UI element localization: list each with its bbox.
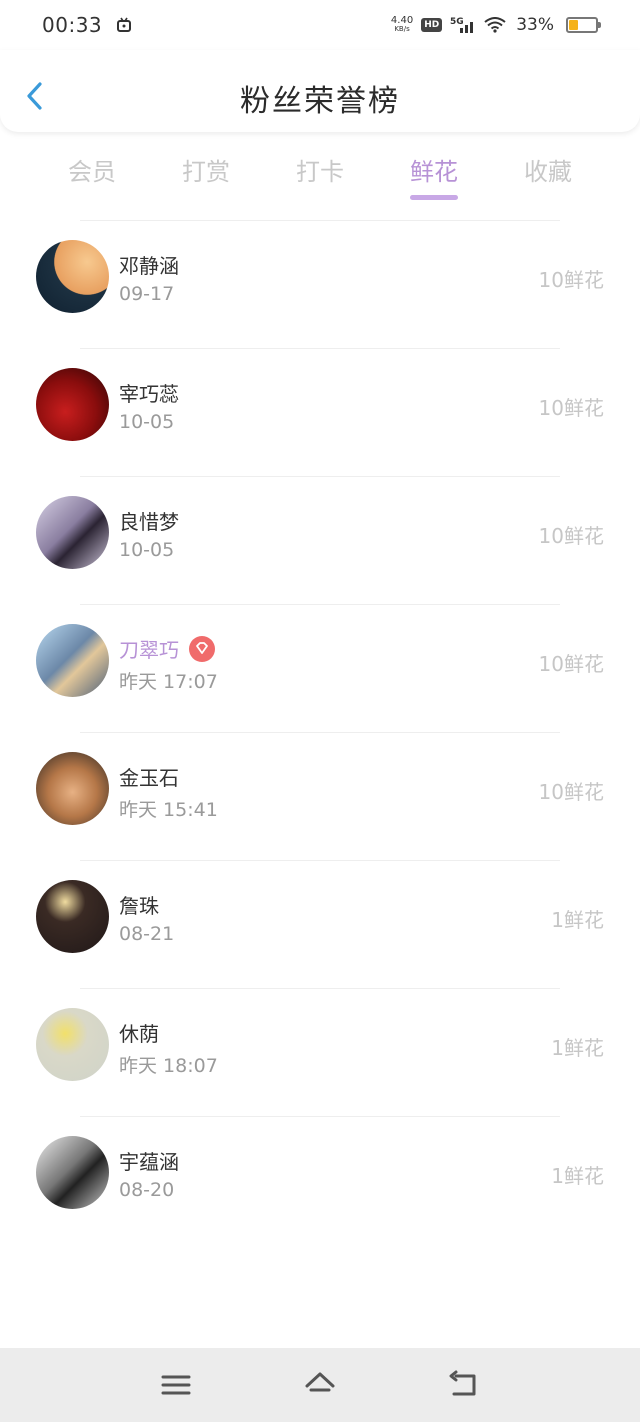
avatar[interactable] (36, 368, 109, 441)
signal-icon: 5G (450, 17, 474, 33)
fan-list: 邓静涵 09-17 10鲜花 宰巧蕊 10-05 10鲜花 良惜梦 10-05 10鲜花 刀翠巧昨… (0, 220, 640, 1244)
fan-name-text: 宇蕴涵 (119, 1150, 179, 1174)
fan-date: 昨天 17:07 (119, 671, 218, 693)
fan-name: 刀翠巧 (119, 634, 215, 663)
fan-name: 金玉石 (119, 762, 179, 791)
net-speed-unit: KB/s (394, 25, 410, 33)
avatar[interactable] (36, 1008, 109, 1081)
battery-percent: 33% (516, 15, 554, 35)
avatar[interactable] (36, 1136, 109, 1209)
fan-name: 宇蕴涵 (119, 1146, 179, 1175)
fan-list-item[interactable]: 休荫昨天 18:07 1鲜花 (0, 988, 640, 1116)
system-nav-bar (0, 1348, 640, 1422)
fan-list-item[interactable]: 刀翠巧昨天 17:07 10鲜花 (0, 604, 640, 732)
fan-list-item[interactable]: 宇蕴涵 08-20 1鲜花 (0, 1116, 640, 1244)
back-nav-icon[interactable] (447, 1368, 481, 1402)
flower-count: 1鲜花 (551, 908, 604, 932)
tab-4[interactable]: 收藏 (492, 148, 604, 208)
wifi-icon (484, 17, 506, 33)
fan-name: 邓静涵 (119, 250, 179, 279)
fan-name-text: 詹珠 (119, 894, 159, 918)
page-title: 粉丝荣誉榜 (240, 84, 400, 119)
fan-date: 10-05 (119, 539, 175, 561)
fan-date: 08-20 (119, 1179, 175, 1201)
flower-count: 10鲜花 (538, 524, 604, 548)
tab-2[interactable]: 打卡 (264, 148, 376, 208)
tab-bar: 会员 打赏 打卡 鲜花 收藏 (36, 148, 604, 208)
app-header: 粉丝荣誉榜 (0, 50, 640, 132)
avatar[interactable] (36, 624, 109, 697)
fan-date: 昨天 15:41 (119, 799, 218, 821)
fan-name: 良惜梦 (119, 506, 179, 535)
fan-name-text: 刀翠巧 (119, 638, 179, 662)
fan-name: 宰巧蕊 (119, 378, 179, 407)
avatar[interactable] (36, 880, 109, 953)
fan-list-item[interactable]: 良惜梦 10-05 10鲜花 (0, 476, 640, 604)
fan-list-item[interactable]: 宰巧蕊 10-05 10鲜花 (0, 348, 640, 476)
fan-name-text: 宰巧蕊 (119, 382, 179, 406)
avatar[interactable] (36, 752, 109, 825)
flower-count: 1鲜花 (551, 1036, 604, 1060)
fan-name: 休荫 (119, 1018, 159, 1047)
fan-list-item[interactable]: 金玉石昨天 15:41 10鲜花 (0, 732, 640, 860)
fan-date: 09-17 (119, 283, 175, 305)
flower-count: 10鲜花 (538, 268, 604, 292)
tab-0[interactable]: 会员 (36, 148, 148, 208)
home-icon[interactable] (303, 1368, 337, 1402)
fan-name-text: 休荫 (119, 1022, 159, 1046)
flower-count: 10鲜花 (538, 652, 604, 676)
hd-badge: HD (421, 18, 443, 32)
tv-app-icon (117, 17, 132, 32)
status-bar: 00:33 4.40 KB/s HD 5G 33% (0, 0, 640, 50)
fan-name: 詹珠 (119, 890, 159, 919)
status-indicators: 4.40 KB/s HD 5G 33% (391, 15, 601, 35)
avatar[interactable] (36, 496, 109, 569)
net-speed: 4.40 KB/s (391, 16, 413, 34)
battery-icon (566, 17, 601, 33)
battery-fill (569, 20, 578, 30)
diamond-vip-icon (189, 635, 215, 662)
fan-name-text: 邓静涵 (119, 254, 179, 278)
fan-date: 08-21 (119, 923, 175, 945)
network-type: 5G (450, 17, 464, 27)
fan-date: 昨天 18:07 (119, 1055, 218, 1077)
fan-name-text: 金玉石 (119, 766, 179, 790)
flower-count: 1鲜花 (551, 1164, 604, 1188)
status-time: 00:33 (42, 13, 103, 37)
tab-1[interactable]: 打赏 (150, 148, 262, 208)
tab-3[interactable]: 鲜花 (378, 148, 490, 208)
net-speed-value: 4.40 (390, 15, 414, 26)
fan-date: 10-05 (119, 411, 175, 433)
fan-list-item[interactable]: 詹珠 08-21 1鲜花 (0, 860, 640, 988)
avatar[interactable] (36, 240, 109, 313)
menu-icon[interactable] (159, 1368, 193, 1402)
flower-count: 10鲜花 (538, 780, 604, 804)
fan-name-text: 良惜梦 (119, 510, 179, 534)
fan-list-item[interactable]: 邓静涵 09-17 10鲜花 (0, 220, 640, 348)
flower-count: 10鲜花 (538, 396, 604, 420)
